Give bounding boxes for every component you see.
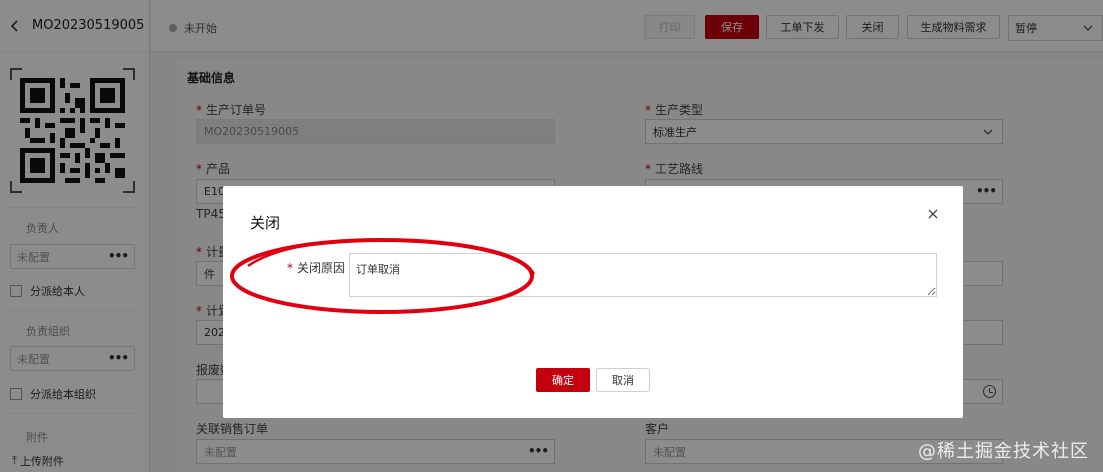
close-icon[interactable] <box>925 206 941 222</box>
cancel-button[interactable]: 取消 <box>596 368 650 392</box>
dialog-title: 关闭 <box>250 214 281 232</box>
annotation-ellipse <box>230 238 536 314</box>
watermark-text: @稀土掘金技术社区 <box>918 441 1089 462</box>
confirm-button[interactable]: 确定 <box>536 368 590 392</box>
